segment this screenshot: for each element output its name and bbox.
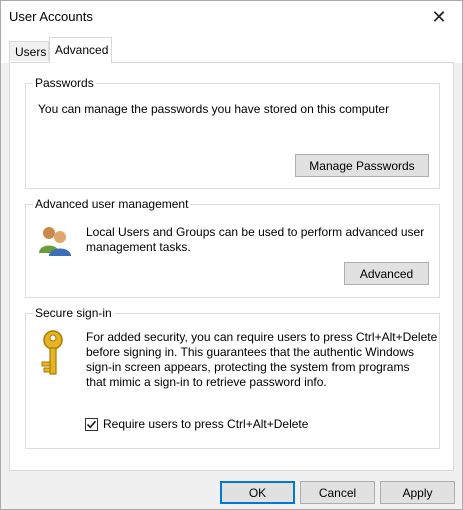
secure-sign-in-group: Secure sign-in For added security, you c… <box>25 306 440 449</box>
tab-advanced[interactable]: Advanced <box>49 37 112 63</box>
secure-signin-line3: sign-in screen appears, protecting the s… <box>86 360 410 374</box>
advanced-description-line1: Local Users and Groups can be used to pe… <box>86 225 425 239</box>
secure-sign-in-label: Secure sign-in <box>33 306 114 320</box>
advanced-user-management-group: Advanced user management Local Users and… <box>25 197 440 298</box>
require-ctrl-alt-delete-checkbox[interactable] <box>85 418 98 431</box>
title-bar: User Accounts ✕ <box>1 1 462 33</box>
close-icon: ✕ <box>431 6 447 27</box>
window-title: User Accounts <box>9 9 93 24</box>
secure-signin-line2: before signing in. This guarantees that … <box>86 345 414 359</box>
apply-button[interactable]: Apply <box>380 481 455 504</box>
advanced-description-line2: management tasks. <box>86 240 191 254</box>
advanced-user-management-label: Advanced user management <box>33 197 191 211</box>
passwords-description: You can manage the passwords you have st… <box>38 102 390 116</box>
close-button[interactable]: ✕ <box>416 1 462 33</box>
key-icon <box>41 330 63 375</box>
advanced-tab-panel: Passwords You can manage the passwords y… <box>9 62 454 471</box>
users-group-icon <box>39 227 71 256</box>
checkmark-icon <box>86 420 97 429</box>
secure-signin-line1: For added security, you can require user… <box>86 330 438 344</box>
ok-button[interactable]: OK <box>220 481 295 504</box>
passwords-group: Passwords You can manage the passwords y… <box>25 76 440 189</box>
require-ctrl-alt-delete-label[interactable]: Require users to press Ctrl+Alt+Delete <box>103 417 308 432</box>
tab-users[interactable]: Users <box>9 41 49 61</box>
passwords-group-label: Passwords <box>33 76 96 90</box>
user-accounts-window: User Accounts ✕ Users Advanced Passwords… <box>0 0 463 510</box>
manage-passwords-button[interactable]: Manage Passwords <box>295 154 429 177</box>
advanced-button[interactable]: Advanced <box>344 262 429 285</box>
secure-signin-line4: that mimic a sign-in to retrieve passwor… <box>86 375 327 389</box>
cancel-button[interactable]: Cancel <box>300 481 375 504</box>
